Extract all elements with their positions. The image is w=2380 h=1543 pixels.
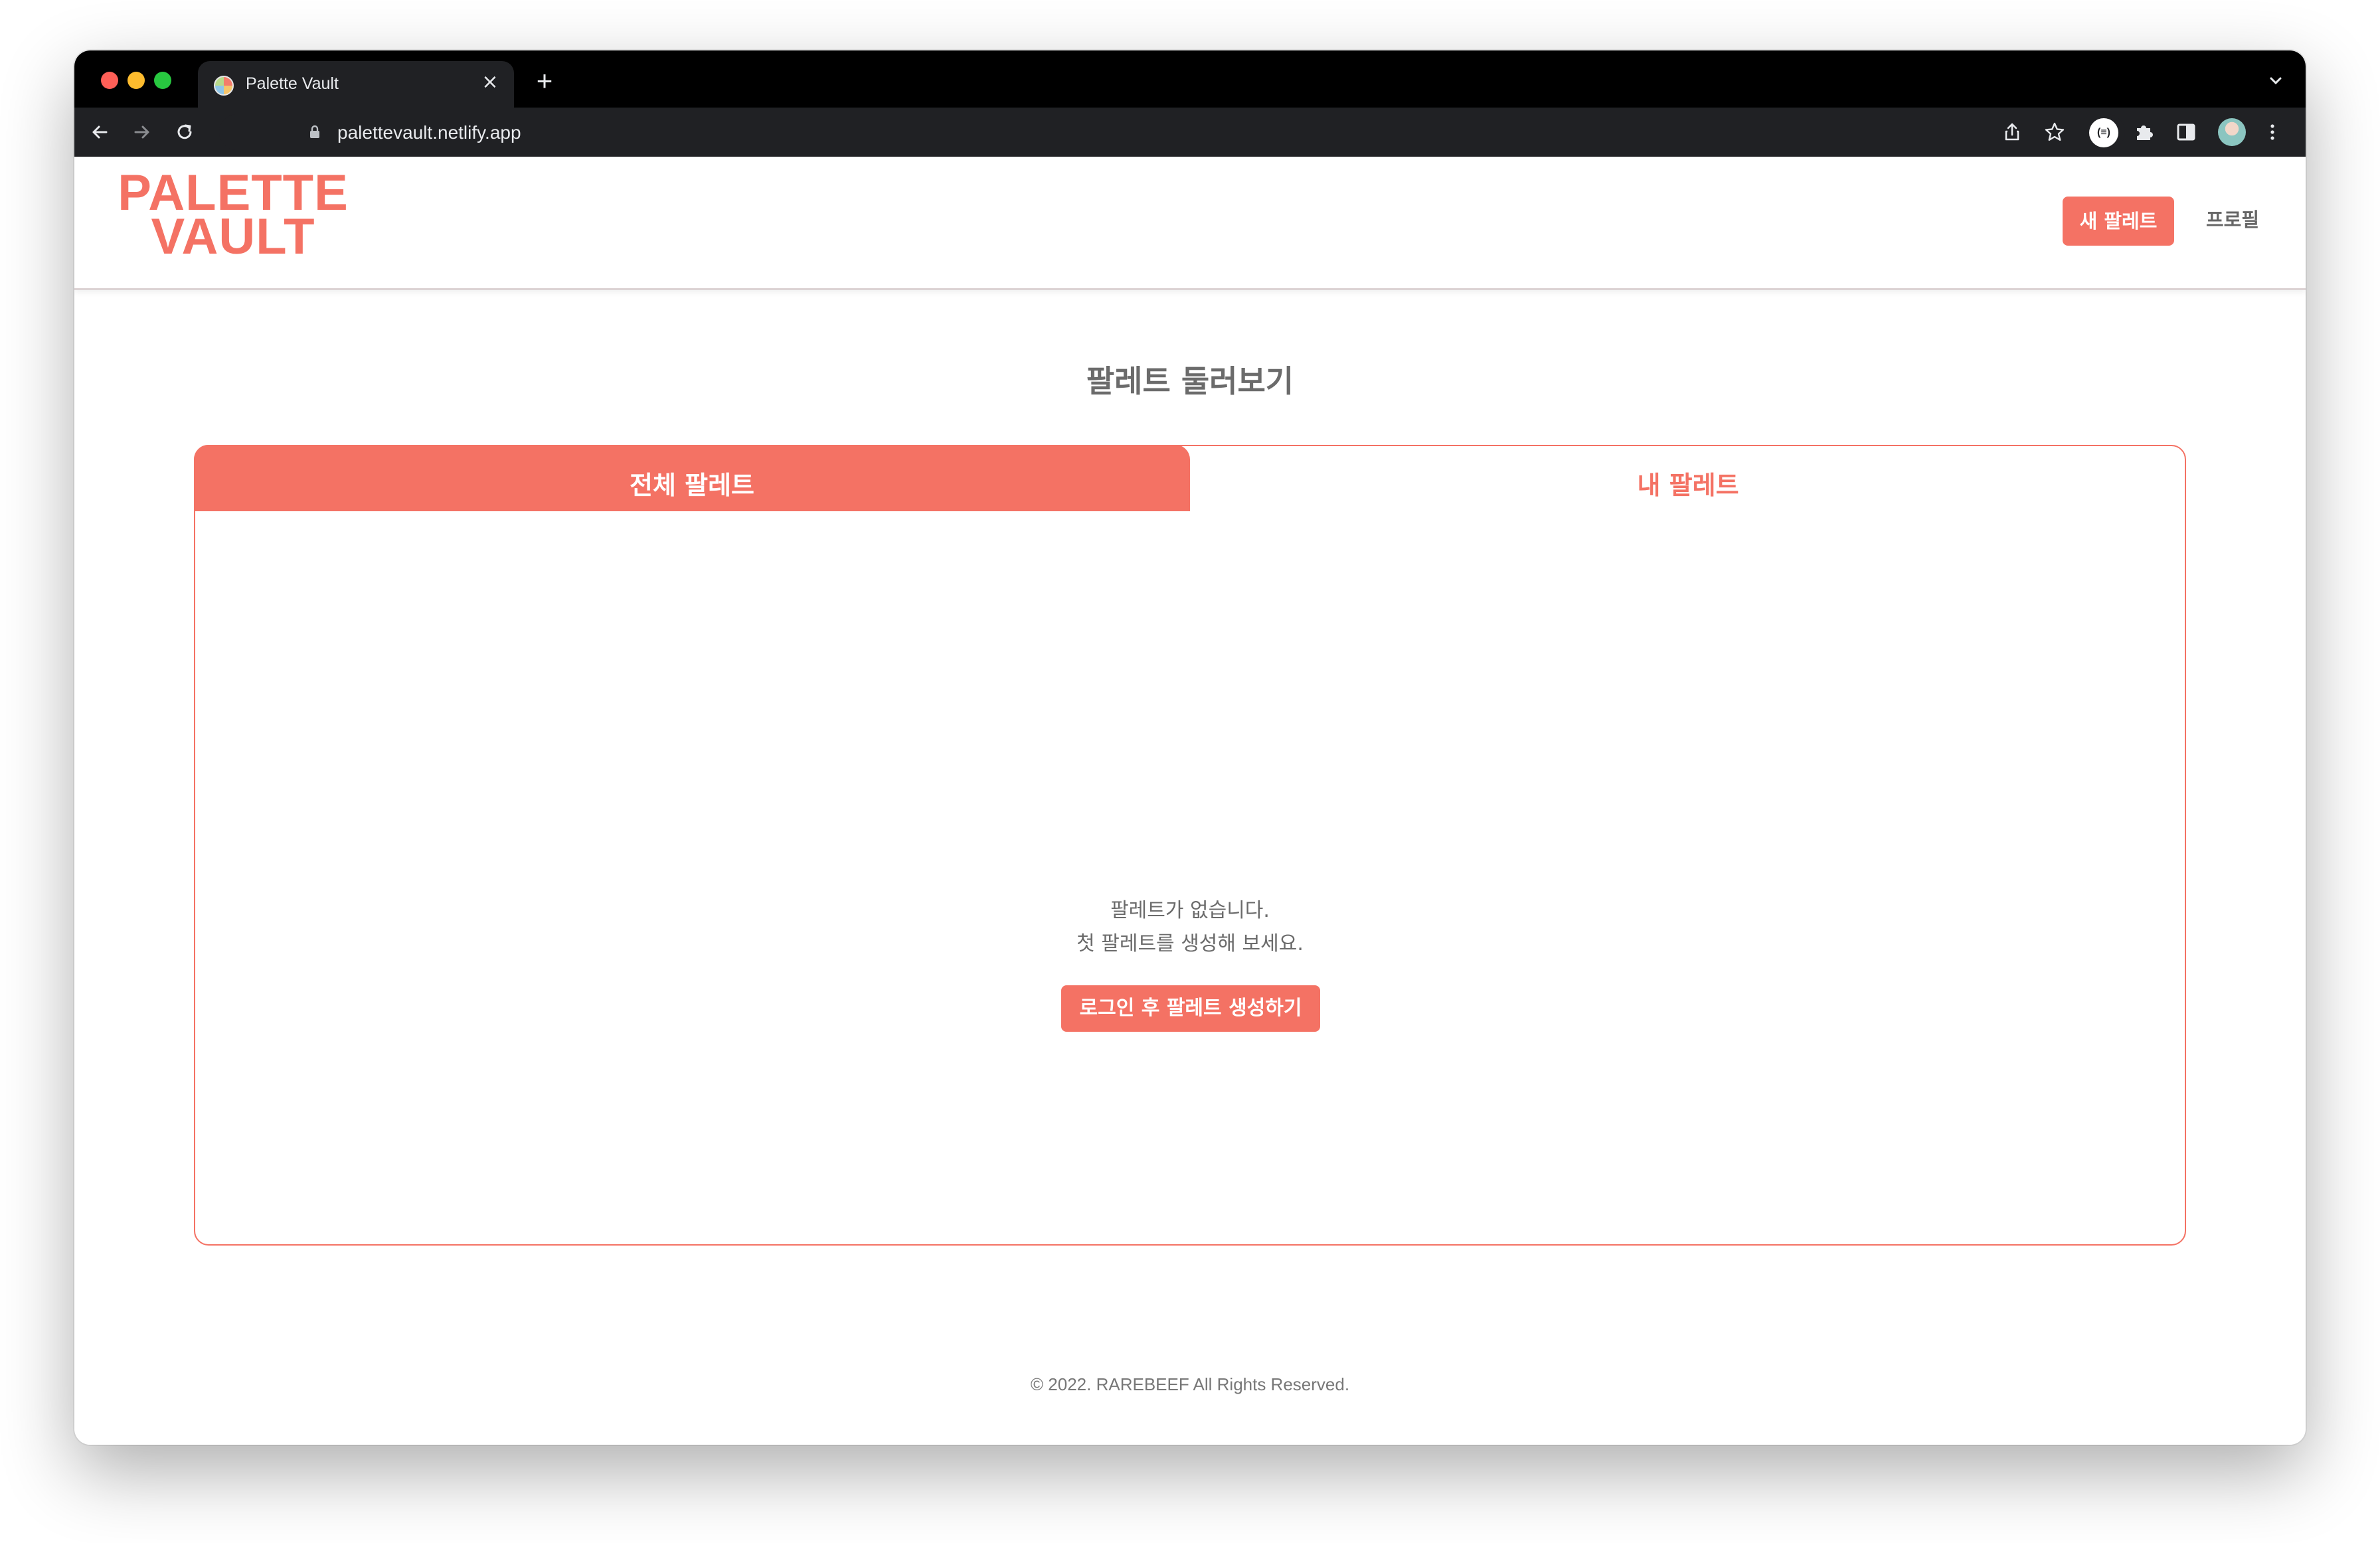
more-menu-icon[interactable] <box>2260 120 2284 144</box>
footer-copyright: © 2022. RAREBEEF All Rights Reserved. <box>1030 1374 1350 1394</box>
reload-icon[interactable] <box>173 120 197 144</box>
zoom-window-button[interactable] <box>154 72 171 89</box>
palette-list-panel <box>194 445 2186 1246</box>
empty-state-message: 팔레트가 없습니다. <box>1110 899 1270 922</box>
share-icon[interactable] <box>2000 120 2024 144</box>
page-content: PALETTE VAULT 새 팔레트 프로필 팔레트 둘러보기 전체 팔레트 … <box>74 157 2306 1445</box>
site-header: PALETTE VAULT 새 팔레트 프로필 <box>74 157 2306 290</box>
logo-line-2: VAULT <box>151 208 315 265</box>
lock-icon[interactable] <box>308 125 321 139</box>
empty-state-hint: 첫 팔레트를 생성해 보세요. <box>1076 932 1304 955</box>
browser-tab[interactable]: Palette Vault × <box>198 61 514 108</box>
extensions-puzzle-icon[interactable] <box>2132 120 2156 144</box>
tab-my-palettes[interactable]: 내 팔레트 <box>1190 445 2186 511</box>
palette-favicon-icon <box>214 76 234 96</box>
site-logo[interactable]: PALETTE VAULT <box>113 168 353 265</box>
tab-my-palettes-label: 내 팔레트 <box>1637 471 1739 500</box>
profile-avatar[interactable] <box>2218 118 2246 146</box>
forward-arrow-icon[interactable] <box>130 120 154 144</box>
profile-link[interactable]: 프로필 <box>2206 204 2259 232</box>
tab-title: Palette Vault <box>246 74 339 93</box>
address-bar[interactable]: palettevault.netlify.app <box>219 114 2125 150</box>
extension-icon[interactable]: (≡) <box>2089 118 2118 147</box>
bookmark-star-icon[interactable] <box>2043 120 2067 144</box>
tab-all-palettes[interactable]: 전체 팔레트 <box>194 445 1190 511</box>
back-arrow-icon[interactable] <box>88 120 112 144</box>
chevron-down-icon[interactable] <box>2266 70 2286 90</box>
close-window-button[interactable] <box>101 72 118 89</box>
url-text: palettevault.netlify.app <box>337 122 521 143</box>
login-create-palette-button[interactable]: 로그인 후 팔레트 생성하기 <box>1061 985 1320 1032</box>
new-palette-button[interactable]: 새 팔레트 <box>2063 197 2174 246</box>
browser-window: Palette Vault × + palettevault.netlify.a… <box>74 50 2306 1445</box>
page-title: 팔레트 둘러보기 <box>1086 363 1294 399</box>
side-panel-icon[interactable] <box>2174 120 2198 144</box>
minimize-window-button[interactable] <box>128 72 145 89</box>
tab-strip: Palette Vault × + <box>74 50 2306 108</box>
close-tab-icon[interactable]: × <box>478 70 502 94</box>
new-tab-icon[interactable]: + <box>531 67 558 95</box>
tab-all-palettes-label: 전체 팔레트 <box>629 471 755 500</box>
browser-toolbar: palettevault.netlify.app (≡) <box>74 108 2306 157</box>
